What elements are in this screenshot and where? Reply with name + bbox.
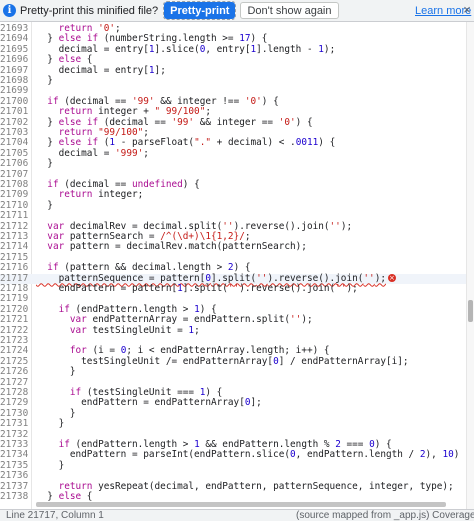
code-text: return yesRepeat(decimal, endPattern, pa… bbox=[58, 480, 454, 492]
error-icon[interactable]: × bbox=[387, 274, 396, 283]
code-line[interactable]: 21731 } bbox=[0, 418, 466, 430]
code-line[interactable]: 21710 } bbox=[0, 199, 466, 211]
vertical-scrollbar-thumb[interactable] bbox=[468, 300, 473, 322]
pretty-print-infobar: i Pretty-print this minified file? Prett… bbox=[0, 0, 474, 22]
code-text: var pattern = decimalRev.match(patternSe… bbox=[47, 241, 307, 253]
code-text: var testSingleUnit = 1; bbox=[69, 324, 200, 336]
code-text: } else { bbox=[36, 491, 93, 502]
code-text: decimal = entry[1]; bbox=[36, 64, 166, 76]
code-text: } bbox=[36, 199, 53, 211]
info-icon: i bbox=[3, 4, 16, 17]
code-text: testSingleUnit /= endPatternArray[0] / e… bbox=[36, 355, 409, 367]
code-line[interactable]: 21738 } else { bbox=[0, 491, 466, 502]
code-text: } bbox=[36, 75, 53, 86]
line-number[interactable]: 21738 bbox=[0, 491, 28, 502]
code-line[interactable]: 21722 var testSingleUnit = 1; bbox=[0, 324, 466, 336]
code-line[interactable]: 21735 } bbox=[0, 459, 466, 471]
code-line[interactable]: 21697 decimal = entry[1]; bbox=[0, 64, 466, 76]
code-text: } bbox=[36, 158, 53, 170]
code-text: } bbox=[36, 366, 76, 378]
code-line[interactable]: 21709 return integer; bbox=[0, 189, 466, 200]
code-line[interactable]: 21734 endPattern = parseInt(endPattern.s… bbox=[0, 449, 471, 460]
code-text: endPattern = parseInt(endPattern.slice(0… bbox=[36, 449, 471, 461]
status-bar: Line 21717, Column 1 (source mapped from… bbox=[0, 509, 474, 521]
code-text: } bbox=[36, 418, 65, 430]
code-editor[interactable]: 21693 return '0'; 21694 } else if (number… bbox=[0, 22, 474, 509]
code-line[interactable]: 21705 decimal = '999'; bbox=[0, 147, 466, 159]
infobar-message: Pretty-print this minified file? bbox=[20, 4, 159, 17]
vertical-scrollbar[interactable] bbox=[466, 22, 474, 509]
source-map-info[interactable]: (source mapped from _app.js) Coverage: n… bbox=[296, 510, 474, 521]
code-line[interactable]: 21718 endPattern = pattern[1].split('').… bbox=[0, 283, 466, 294]
code-line[interactable]: 21726 } bbox=[0, 366, 466, 378]
close-icon[interactable]: × bbox=[461, 3, 473, 16]
horizontal-scrollbar-thumb[interactable] bbox=[36, 502, 446, 507]
code-line[interactable]: 21698 } bbox=[0, 75, 466, 86]
code-text: endPattern = pattern[1].split('').revers… bbox=[36, 283, 358, 294]
dont-show-again-button[interactable]: Don't show again bbox=[240, 2, 339, 19]
code-line[interactable]: 21706 } bbox=[0, 158, 466, 170]
code-line[interactable]: 21730 } bbox=[0, 408, 466, 419]
pretty-print-button[interactable]: Pretty-print bbox=[163, 1, 237, 20]
cursor-position[interactable]: Line 21717, Column 1 bbox=[6, 510, 104, 521]
code-text: decimal = '999'; bbox=[36, 147, 149, 159]
code-text: } bbox=[36, 459, 65, 471]
code-line[interactable]: 21714 var pattern = decimalRev.match(pat… bbox=[0, 241, 466, 253]
